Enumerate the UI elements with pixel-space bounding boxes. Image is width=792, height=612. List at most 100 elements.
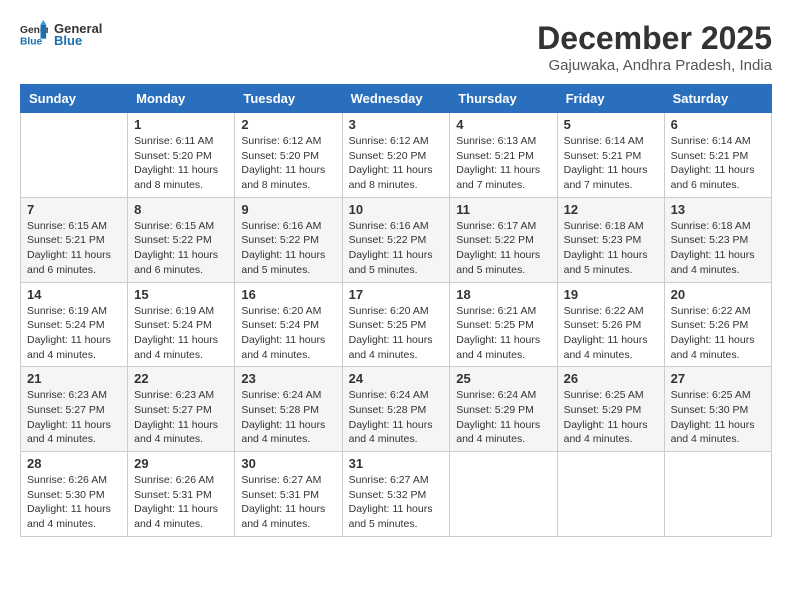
day-info: Sunrise: 6:25 AM Sunset: 5:29 PM Dayligh… [564, 388, 658, 447]
day-info: Sunrise: 6:19 AM Sunset: 5:24 PM Dayligh… [134, 304, 228, 363]
day-info: Sunrise: 6:17 AM Sunset: 5:22 PM Dayligh… [456, 219, 550, 278]
location-label: Gajuwaka, Andhra Pradesh, India [537, 57, 772, 74]
day-info: Sunrise: 6:20 AM Sunset: 5:24 PM Dayligh… [241, 304, 335, 363]
day-info: Sunrise: 6:18 AM Sunset: 5:23 PM Dayligh… [671, 219, 765, 278]
day-number: 13 [671, 202, 765, 217]
day-number: 2 [241, 117, 335, 132]
calendar-cell: 3Sunrise: 6:12 AM Sunset: 5:20 PM Daylig… [342, 113, 450, 198]
calendar-cell: 17 Sunrise: 6:20 AM Sunset: 5:25 PM Dayli… [342, 282, 450, 367]
calendar-cell: 29 Sunrise: 6:26 AM Sunset: 5:31 PM Dayli… [128, 452, 235, 537]
day-info: Sunrise: 6:15 AM Sunset: 5:21 PM Dayligh… [27, 219, 121, 278]
day-number: 17 [349, 287, 444, 302]
day-info: Sunrise: 6:22 AM Sunset: 5:26 PM Dayligh… [564, 304, 658, 363]
calendar-cell: 28 Sunrise: 6:26 AM Sunset: 5:30 PM Dayli… [21, 452, 128, 537]
day-info: Sunrise: 6:24 AM Sunset: 5:29 PM Dayligh… [456, 388, 550, 447]
logo-icon: General Blue [20, 20, 48, 48]
day-info: Sunrise: 6:11 AM Sunset: 5:20 PM Dayligh… [134, 134, 228, 193]
day-info: Sunrise: 6:24 AM Sunset: 5:28 PM Dayligh… [241, 388, 335, 447]
calendar-cell: 12 Sunrise: 6:18 AM Sunset: 5:23 PM Dayli… [557, 197, 664, 282]
calendar-cell [664, 452, 771, 537]
calendar-cell: 5Sunrise: 6:14 AM Sunset: 5:21 PM Daylig… [557, 113, 664, 198]
calendar-cell: 11 Sunrise: 6:17 AM Sunset: 5:22 PM Dayli… [450, 197, 557, 282]
day-info: Sunrise: 6:23 AM Sunset: 5:27 PM Dayligh… [134, 388, 228, 447]
day-info: Sunrise: 6:27 AM Sunset: 5:31 PM Dayligh… [241, 473, 335, 532]
calendar-cell [21, 113, 128, 198]
calendar-cell: 22 Sunrise: 6:23 AM Sunset: 5:27 PM Dayli… [128, 367, 235, 452]
calendar-cell: 8 Sunrise: 6:15 AM Sunset: 5:22 PM Daylig… [128, 197, 235, 282]
calendar-cell: 26 Sunrise: 6:25 AM Sunset: 5:29 PM Dayli… [557, 367, 664, 452]
calendar-cell: 25Sunrise: 6:24 AM Sunset: 5:29 PM Dayli… [450, 367, 557, 452]
day-info: Sunrise: 6:18 AM Sunset: 5:23 PM Dayligh… [564, 219, 658, 278]
day-info: Sunrise: 6:27 AM Sunset: 5:32 PM Dayligh… [349, 473, 444, 532]
calendar-cell: 2 Sunrise: 6:12 AM Sunset: 5:20 PM Daylig… [235, 113, 342, 198]
logo: General Blue General Blue [20, 20, 102, 48]
day-number: 18 [456, 287, 550, 302]
calendar-header-friday: Friday [557, 85, 664, 113]
day-info: Sunrise: 6:15 AM Sunset: 5:22 PM Dayligh… [134, 219, 228, 278]
day-number: 12 [564, 202, 658, 217]
day-number: 14 [27, 287, 121, 302]
calendar-cell: 30Sunrise: 6:27 AM Sunset: 5:31 PM Dayli… [235, 452, 342, 537]
day-number: 22 [134, 371, 228, 386]
day-number: 8 [134, 202, 228, 217]
day-number: 28 [27, 456, 121, 471]
day-number: 16 [241, 287, 335, 302]
day-number: 27 [671, 371, 765, 386]
day-number: 10 [349, 202, 444, 217]
calendar-cell: 1Sunrise: 6:11 AM Sunset: 5:20 PM Daylig… [128, 113, 235, 198]
day-number: 19 [564, 287, 658, 302]
calendar-cell: 19 Sunrise: 6:22 AM Sunset: 5:26 PM Dayli… [557, 282, 664, 367]
calendar-week-3: 14 Sunrise: 6:19 AM Sunset: 5:24 PM Dayli… [21, 282, 772, 367]
day-info: Sunrise: 6:12 AM Sunset: 5:20 PM Dayligh… [349, 134, 444, 193]
day-info: Sunrise: 6:16 AM Sunset: 5:22 PM Dayligh… [349, 219, 444, 278]
calendar-table: SundayMondayTuesdayWednesdayThursdayFrid… [20, 84, 772, 537]
day-info: Sunrise: 6:13 AM Sunset: 5:21 PM Dayligh… [456, 134, 550, 193]
day-info: Sunrise: 6:24 AM Sunset: 5:28 PM Dayligh… [349, 388, 444, 447]
calendar-header-thursday: Thursday [450, 85, 557, 113]
calendar-cell: 4 Sunrise: 6:13 AM Sunset: 5:21 PM Daylig… [450, 113, 557, 198]
month-title: December 2025 [537, 20, 772, 57]
day-number: 23 [241, 371, 335, 386]
day-info: Sunrise: 6:25 AM Sunset: 5:30 PM Dayligh… [671, 388, 765, 447]
calendar-cell: 7 Sunrise: 6:15 AM Sunset: 5:21 PM Daylig… [21, 197, 128, 282]
day-info: Sunrise: 6:26 AM Sunset: 5:30 PM Dayligh… [27, 473, 121, 532]
day-number: 26 [564, 371, 658, 386]
day-info: Sunrise: 6:14 AM Sunset: 5:21 PM Dayligh… [671, 134, 765, 193]
day-info: Sunrise: 6:21 AM Sunset: 5:25 PM Dayligh… [456, 304, 550, 363]
calendar-cell: 6 Sunrise: 6:14 AM Sunset: 5:21 PM Daylig… [664, 113, 771, 198]
calendar-header-monday: Monday [128, 85, 235, 113]
day-number: 6 [671, 117, 765, 132]
day-number: 4 [456, 117, 550, 132]
calendar-cell: 24Sunrise: 6:24 AM Sunset: 5:28 PM Dayli… [342, 367, 450, 452]
day-info: Sunrise: 6:23 AM Sunset: 5:27 PM Dayligh… [27, 388, 121, 447]
calendar-cell: 18 Sunrise: 6:21 AM Sunset: 5:25 PM Dayli… [450, 282, 557, 367]
calendar-cell: 15 Sunrise: 6:19 AM Sunset: 5:24 PM Dayli… [128, 282, 235, 367]
day-info: Sunrise: 6:14 AM Sunset: 5:21 PM Dayligh… [564, 134, 658, 193]
calendar-cell: 21Sunrise: 6:23 AM Sunset: 5:27 PM Dayli… [21, 367, 128, 452]
day-number: 29 [134, 456, 228, 471]
calendar-week-1: 1Sunrise: 6:11 AM Sunset: 5:20 PM Daylig… [21, 113, 772, 198]
day-number: 11 [456, 202, 550, 217]
day-info: Sunrise: 6:26 AM Sunset: 5:31 PM Dayligh… [134, 473, 228, 532]
calendar-cell: 27 Sunrise: 6:25 AM Sunset: 5:30 PM Dayli… [664, 367, 771, 452]
calendar-cell: 20 Sunrise: 6:22 AM Sunset: 5:26 PM Dayli… [664, 282, 771, 367]
day-number: 7 [27, 202, 121, 217]
calendar-week-4: 21Sunrise: 6:23 AM Sunset: 5:27 PM Dayli… [21, 367, 772, 452]
day-number: 20 [671, 287, 765, 302]
calendar-header-row: SundayMondayTuesdayWednesdayThursdayFrid… [21, 85, 772, 113]
day-info: Sunrise: 6:19 AM Sunset: 5:24 PM Dayligh… [27, 304, 121, 363]
calendar-cell [450, 452, 557, 537]
title-block: December 2025 Gajuwaka, Andhra Pradesh, … [537, 20, 772, 74]
calendar-cell: 31Sunrise: 6:27 AM Sunset: 5:32 PM Dayli… [342, 452, 450, 537]
calendar-cell: 13 Sunrise: 6:18 AM Sunset: 5:23 PM Dayli… [664, 197, 771, 282]
calendar-cell: 14 Sunrise: 6:19 AM Sunset: 5:24 PM Dayli… [21, 282, 128, 367]
calendar-header-sunday: Sunday [21, 85, 128, 113]
day-number: 15 [134, 287, 228, 302]
day-info: Sunrise: 6:22 AM Sunset: 5:26 PM Dayligh… [671, 304, 765, 363]
calendar-header-tuesday: Tuesday [235, 85, 342, 113]
day-number: 9 [241, 202, 335, 217]
day-info: Sunrise: 6:12 AM Sunset: 5:20 PM Dayligh… [241, 134, 335, 193]
calendar-header-saturday: Saturday [664, 85, 771, 113]
day-info: Sunrise: 6:20 AM Sunset: 5:25 PM Dayligh… [349, 304, 444, 363]
calendar-week-5: 28 Sunrise: 6:26 AM Sunset: 5:30 PM Dayli… [21, 452, 772, 537]
